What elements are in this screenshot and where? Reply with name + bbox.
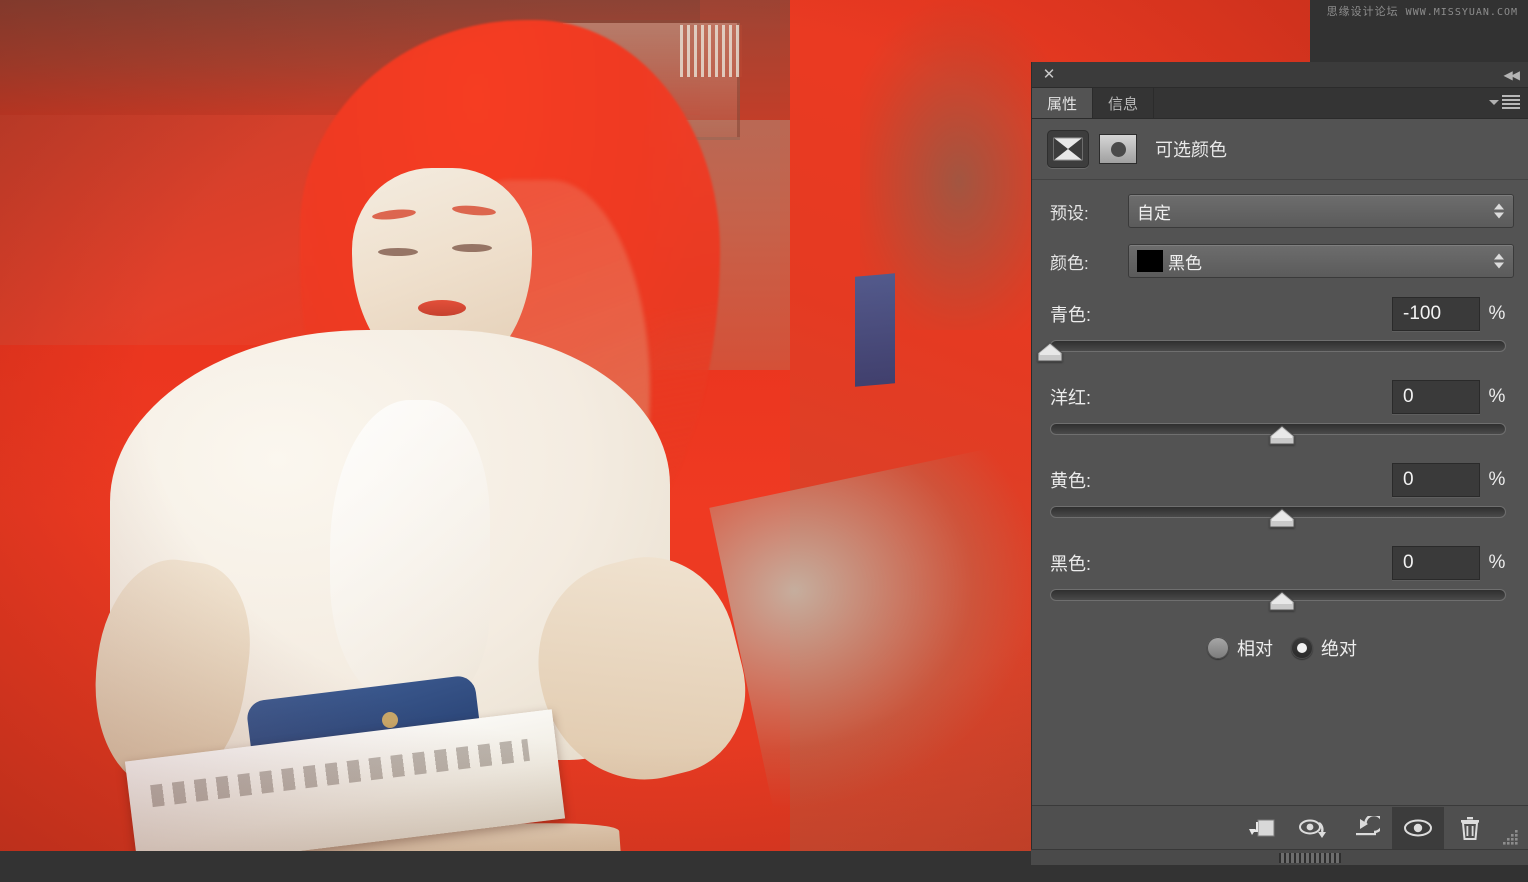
adjustment-title: 可选颜色 — [1155, 140, 1227, 160]
watermark-chinese: 思缘设计论坛 — [1326, 5, 1399, 18]
mask-dot-icon — [1110, 141, 1126, 157]
slider-row-yellow: 黄色: 0 % — [1050, 460, 1514, 528]
black-label: 黑色: — [1050, 554, 1092, 574]
tabbar-filler — [1154, 88, 1528, 118]
properties-panel: ✕ ◀◀ 属性 信息 可选颜色 预设: 自定 颜色: 黑色 青色: -100 %… — [1031, 62, 1528, 849]
cyan-unit: % — [1488, 303, 1506, 324]
view-previous-state-icon[interactable] — [1288, 807, 1340, 849]
yellow-label: 黄色: — [1050, 471, 1092, 491]
selective-color-icon[interactable] — [1047, 130, 1089, 168]
chevron-down-icon — [1489, 99, 1499, 105]
panel-bottom-grip-strip[interactable] — [1031, 849, 1528, 865]
color-value: 黑色 — [1168, 253, 1202, 273]
slider-row-magenta: 洋红: 0 % — [1050, 377, 1514, 445]
yellow-input[interactable]: 0 — [1392, 463, 1480, 497]
delete-icon[interactable] — [1444, 807, 1496, 849]
close-icon[interactable]: ✕ — [1041, 67, 1057, 83]
layer-mask-thumbnail[interactable] — [1099, 134, 1137, 164]
magenta-slider-thumb[interactable] — [1269, 425, 1295, 445]
cyan-label: 青色: — [1050, 305, 1092, 325]
radio-relative-circle[interactable] — [1207, 637, 1229, 659]
panel-footer — [1032, 805, 1528, 849]
magenta-unit: % — [1488, 386, 1506, 407]
panel-body: 预设: 自定 颜色: 黑色 青色: -100 % 洋红: 0 % 黄色: 0 %… — [1032, 180, 1528, 805]
watermark-url: WWW.MISSYUAN.COM — [1405, 7, 1518, 18]
cyan-slider[interactable] — [1037, 336, 1514, 362]
color-dropdown[interactable]: 黑色 — [1128, 244, 1514, 278]
cyan-input[interactable]: -100 — [1392, 297, 1480, 331]
slider-row-black: 黑色: 0 % — [1050, 543, 1514, 611]
cyan-slider-track[interactable] — [1050, 340, 1506, 352]
tab-info[interactable]: 信息 — [1093, 88, 1155, 118]
black-unit: % — [1488, 552, 1506, 573]
preset-spinner-icon — [1494, 203, 1504, 219]
radio-relative[interactable]: 相对 — [1207, 635, 1273, 661]
preset-dropdown[interactable]: 自定 — [1128, 194, 1514, 228]
slider-row-cyan: 青色: -100 % — [1037, 294, 1514, 362]
preset-value: 自定 — [1137, 203, 1171, 223]
toggle-visibility-icon[interactable] — [1392, 806, 1444, 849]
radio-absolute-circle[interactable] — [1291, 637, 1313, 659]
color-spinner-icon — [1494, 253, 1504, 269]
black-input[interactable]: 0 — [1392, 546, 1480, 580]
color-value-wrap: 黑色 — [1137, 249, 1202, 274]
grip-marks-icon — [1279, 853, 1341, 863]
adjustment-header: 可选颜色 — [1032, 119, 1528, 180]
yellow-unit: % — [1488, 469, 1506, 490]
color-row: 颜色: 黑色 — [1050, 244, 1514, 278]
yellow-slider-thumb[interactable] — [1269, 508, 1295, 528]
radio-absolute[interactable]: 绝对 — [1291, 635, 1357, 661]
color-swatch-icon — [1137, 250, 1163, 272]
preset-row: 预设: 自定 — [1050, 194, 1514, 228]
panel-resize-grip[interactable] — [1496, 807, 1522, 849]
black-slider[interactable] — [1050, 585, 1514, 611]
photoshop-workspace: 思缘设计论坛 WWW.MISSYUAN.COM ✕ ◀◀ 属性 信息 可选颜色 … — [0, 0, 1528, 882]
preset-label: 预设: — [1050, 203, 1089, 223]
magenta-label: 洋红: — [1050, 388, 1092, 408]
radio-relative-label: 相对 — [1237, 639, 1273, 659]
magenta-input[interactable]: 0 — [1392, 380, 1480, 414]
panel-titlebar: ✕ ◀◀ — [1032, 62, 1528, 88]
magenta-slider[interactable] — [1050, 419, 1514, 445]
method-radio-group: 相对 绝对 — [1050, 635, 1514, 661]
color-label: 颜色: — [1050, 253, 1089, 273]
clip-to-layer-icon[interactable] — [1236, 807, 1288, 849]
black-slider-thumb[interactable] — [1269, 591, 1295, 611]
cyan-slider-thumb[interactable] — [1037, 342, 1063, 362]
panel-menu-icon[interactable] — [1489, 95, 1520, 109]
radio-absolute-label: 绝对 — [1321, 639, 1357, 659]
collapse-chevrons-icon[interactable]: ◀◀ — [1504, 68, 1521, 82]
reset-icon[interactable] — [1340, 807, 1392, 849]
tab-properties[interactable]: 属性 — [1032, 88, 1094, 118]
yellow-slider[interactable] — [1050, 502, 1514, 528]
site-watermark: 思缘设计论坛 WWW.MISSYUAN.COM — [1327, 3, 1518, 19]
hamburger-icon — [1502, 95, 1520, 109]
panel-tabbar: 属性 信息 — [1032, 88, 1528, 119]
